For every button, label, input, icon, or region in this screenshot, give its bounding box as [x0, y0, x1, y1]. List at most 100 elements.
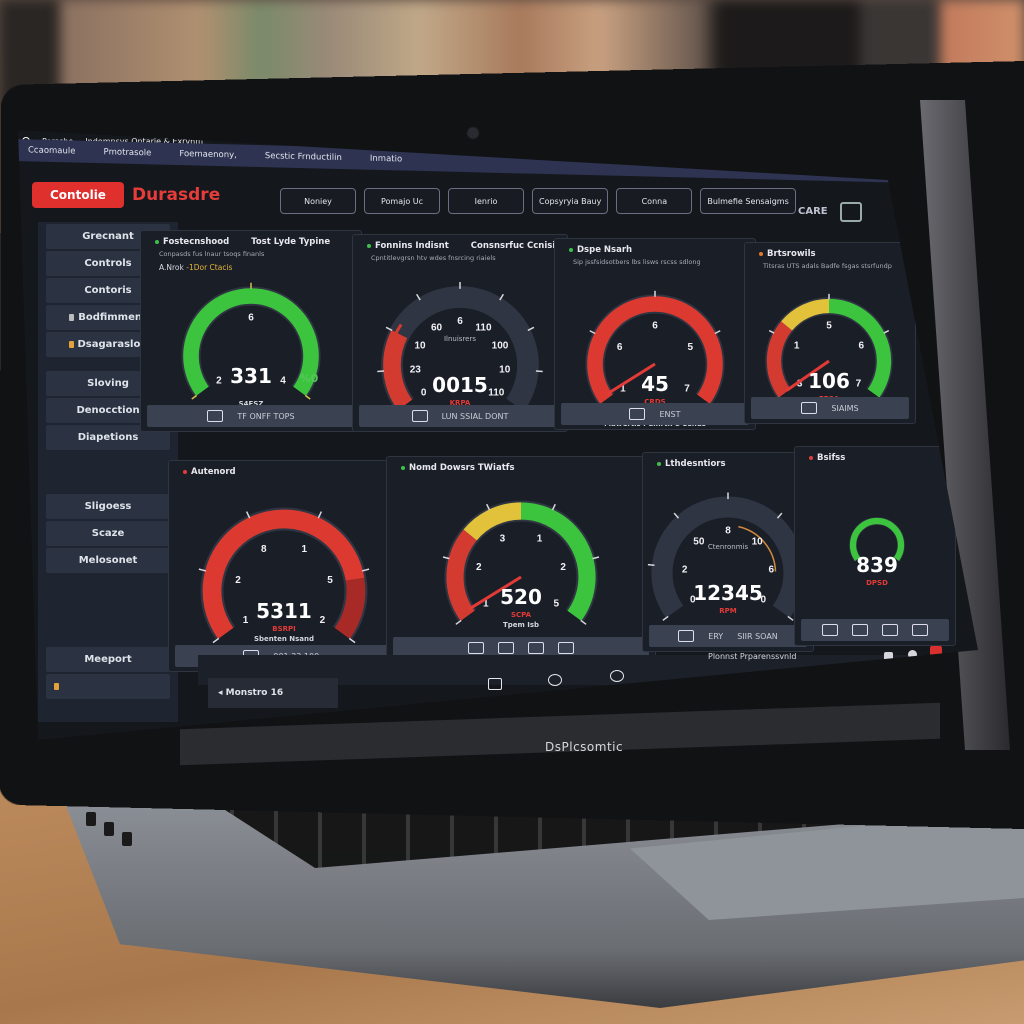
gauge-value: 45 — [641, 372, 669, 396]
gauge-tick-label: 5 — [327, 575, 333, 586]
gauge-tick-label: 8 — [725, 525, 731, 536]
footer-icon[interactable] — [411, 410, 428, 422]
gauge-tick-label: 3 — [500, 534, 506, 545]
card-footer[interactable]: ERY SIIR SOAN — [649, 625, 807, 647]
gauge-value: 106 — [808, 369, 850, 393]
gauge-tick-label: 2 — [560, 562, 566, 573]
usb-port — [104, 822, 114, 836]
gauge-tick-label: 6 — [617, 342, 623, 353]
nav-button[interactable]: Copsyryia Bauy — [532, 188, 609, 214]
gauge-card-odometer[interactable]: Lthdesntiors 0 2 50 8 10 6 0 12345 RPM Ctenronmis E… — [642, 452, 814, 652]
gauge-inner-label: Ilnuisrers — [443, 335, 477, 343]
card-footer[interactable] — [801, 619, 949, 641]
nav-button[interactable]: Bulmefie Sensaigms — [700, 188, 796, 214]
gauge-card-fuel[interactable]: Fostecnshood Tost Lyde Typine Conpasds fus… — [140, 230, 362, 432]
gauge-card-mini[interactable]: Bsifss 839 DPSD — [794, 446, 956, 646]
sidebar-item[interactable]: Scaze — [46, 521, 170, 546]
gauge-card-temp[interactable]: Dspe Nsarh Sip jssfsidsotbers lbs lisws r… — [554, 238, 756, 430]
footer-icon[interactable] — [801, 402, 818, 414]
gauge-card-speed[interactable]: Fonnins Indisnt Consnsrfuc Ccnisis Cpntitl… — [352, 234, 568, 432]
nav-buttons: Noniey Pomajo Uc Ienrio Copsyryia Bauy C… — [280, 188, 796, 214]
menu-item[interactable]: Secstic Frnductilin — [265, 151, 342, 163]
footer-icon[interactable] — [678, 630, 695, 642]
doc-icon — [69, 314, 75, 321]
sidebar-item[interactable]: Melosonet — [46, 548, 170, 573]
gauge-value: 839 — [856, 553, 898, 577]
gauge-engine: 123 125 — [442, 500, 600, 625]
nav-button[interactable]: Ienrio — [448, 188, 524, 214]
gauge-tick-label: 6 — [859, 341, 865, 352]
gauge-value-suffix: %0 — [299, 372, 319, 385]
status-icon — [54, 683, 59, 690]
gauge-tick-label: 1 — [794, 341, 800, 352]
gauge-card-rpm[interactable]: Autenord1281525311BSRPISbenten Nsand901.… — [168, 460, 400, 672]
gauge-value: 12345 — [693, 581, 763, 605]
footer-icon[interactable] — [822, 624, 838, 636]
gauge-tick — [535, 370, 543, 373]
gauge-band — [446, 529, 477, 621]
gauge-caption: Tpem Isb — [502, 621, 540, 629]
gauge-tick — [647, 563, 655, 567]
gauge-unit: SCPA — [510, 611, 532, 619]
gauge-tick-label: 110 — [475, 323, 492, 334]
footer-icon[interactable] — [629, 408, 646, 420]
footer-label: SIIR SOAN — [737, 631, 778, 641]
gauge-value: 0015 — [432, 373, 488, 397]
menu-item[interactable]: Pmotrasole — [104, 147, 152, 158]
gauge-tick-label: 60 — [431, 323, 443, 334]
gauge-odometer: 025081060 — [647, 492, 809, 621]
gear-icon[interactable] — [610, 670, 624, 682]
sidebar-footer-item[interactable]: Meeport — [46, 647, 170, 672]
footer-label: ENST — [659, 409, 681, 419]
gauge-tick-label: 2 — [682, 564, 688, 575]
gauge-tick-label: 8 — [261, 544, 267, 555]
footer-label: LUN SSIAL DONT — [441, 411, 509, 421]
gauge-mini — [849, 517, 905, 562]
sidebar-item[interactable]: Sligoess — [46, 494, 170, 519]
menu-item[interactable]: Inmatio — [370, 154, 402, 165]
monitor-button[interactable]: ◂ Monstro 16 — [208, 678, 338, 708]
gauge-tick-label: 6 — [652, 320, 658, 331]
footer-label: SIAIMS — [831, 403, 859, 413]
gauge-tick-label: 2 — [476, 562, 482, 573]
gauge-card-engine[interactable]: Nomd Dowsrs TWiatfs 1 2 3 1 2 5 520 SCPA Tpem Isb — [386, 456, 656, 664]
card-footer[interactable]: TF ONFF TOPS — [147, 405, 355, 427]
footer-action-icon[interactable] — [852, 624, 868, 636]
nav-button[interactable]: Pomajo Uc — [364, 188, 440, 214]
card-footer[interactable]: LUN SSIAL DONT — [359, 405, 561, 427]
settings-icon[interactable] — [548, 674, 562, 686]
menu-item[interactable]: Ccaomaule — [28, 145, 76, 156]
gauge-tick-label: 6 — [248, 312, 254, 323]
gauge-tick-label: 1 — [301, 544, 307, 555]
footer-action-icon[interactable] — [528, 642, 544, 654]
menu-item[interactable]: Foemaenony, — [179, 149, 236, 160]
laptop-screen: Porsche Indemnsys Ontarie & Exrvhm Vtrak… — [18, 130, 978, 740]
footer-icon[interactable] — [468, 642, 484, 654]
footer-action-icon[interactable] — [882, 624, 898, 636]
car-icon[interactable] — [840, 202, 862, 222]
gauge-inner-label: Ctenronmis — [707, 543, 749, 551]
brand-logo: Durasdre — [131, 185, 221, 205]
webcam — [468, 128, 478, 138]
footer-icon[interactable] — [207, 410, 224, 422]
gauge-caption: Sbenten Nsand — [253, 635, 315, 643]
card-footer[interactable]: SIAIMS — [751, 397, 909, 419]
footer-action-icon[interactable] — [558, 642, 574, 654]
gauge-tick — [377, 370, 385, 373]
card-footer[interactable]: ENST — [561, 403, 749, 425]
gauge-tick-label: 2 — [235, 575, 241, 586]
gauge-value: 5311 — [256, 599, 312, 623]
briefcase-icon[interactable] — [488, 678, 502, 690]
gauge-tick-label: 5 — [688, 342, 694, 353]
footer-action-icon[interactable] — [912, 624, 928, 636]
gauge-tick-label: 5 — [826, 321, 832, 332]
prompt-text: Plonnst Prparenssvnld — [708, 652, 797, 661]
gauge-tick-label: 6 — [457, 316, 463, 327]
controls-badge-button[interactable]: Contolie — [32, 182, 124, 208]
nav-button[interactable]: Conna — [616, 188, 693, 214]
footer-action-icon[interactable] — [498, 642, 514, 654]
gauge-card-pressure[interactable]: Brtsrowils Titsras UTS adals Badfe fsgas … — [744, 242, 916, 424]
usb-port — [122, 832, 132, 846]
gauge-tick-label: 6 — [769, 564, 775, 575]
nav-button[interactable]: Noniey — [280, 188, 356, 214]
